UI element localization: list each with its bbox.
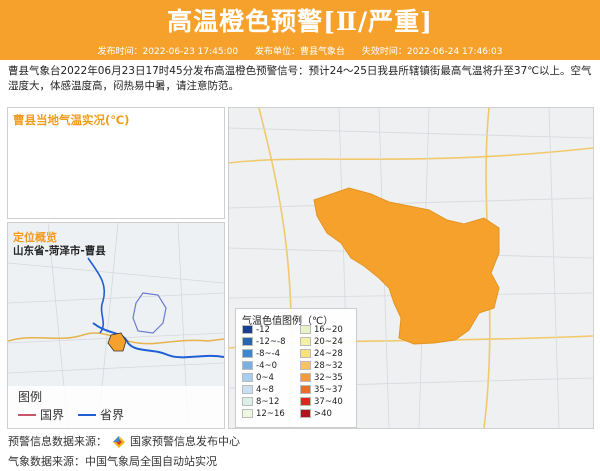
warning-meta: 发布时间：2022-06-23 17:45:00 发布单位：曹县气象台 失效时间… xyxy=(0,44,600,57)
overview-legend: 图例 国界 省界 xyxy=(8,386,224,428)
publisher: 发布单位：曹县气象台 xyxy=(254,47,345,57)
province-border-label: 省界 xyxy=(100,408,125,422)
warning-source-link[interactable]: 国家预警信息发布中心 xyxy=(130,435,240,448)
publish-time: 发布时间：2022-06-23 17:45:00 xyxy=(97,47,239,57)
legend-row: 32~35 xyxy=(300,373,343,383)
legend-row: 16~20 xyxy=(300,325,343,335)
legend-row: 28~32 xyxy=(300,361,343,371)
expire-time: 失效时间：2022-06-24 17:46:03 xyxy=(361,47,503,57)
warning-header: 高温橙色预警[Ⅱ/严重] 发布时间：2022-06-23 17:45:00 发布… xyxy=(0,0,600,60)
legend-row: >40 xyxy=(300,409,332,419)
legend-row: 0~4 xyxy=(242,373,274,383)
warning-source-line: 预警信息数据来源： 国家预警信息发布中心 xyxy=(8,433,240,449)
legend-row: -8~-4 xyxy=(242,349,280,359)
temperature-panel: 曹县当地气温实况(℃) xyxy=(7,107,225,219)
province-border-swatch xyxy=(78,414,96,416)
legend-row: 35~37 xyxy=(300,385,343,395)
temperature-color-legend: 气温色值图例（℃） -12 16~20 -12~-8 20~24 -8~-4 2… xyxy=(235,308,357,428)
county-map[interactable]: 气温色值图例（℃） -12 16~20 -12~-8 20~24 -8~-4 2… xyxy=(228,107,594,429)
warning-center-logo-icon xyxy=(112,436,125,448)
location-path: 山东省-菏泽市-曹县 xyxy=(13,245,106,257)
warning-description: 曹县气象台2022年06月23日17时45分发布高温橙色预警信号：预计24～25… xyxy=(8,65,592,92)
temperature-panel-title: 曹县当地气温实况(℃) xyxy=(13,113,130,127)
legend-row: 24~28 xyxy=(300,349,343,359)
national-border-label: 国界 xyxy=(40,408,65,422)
warning-title: 高温橙色预警[Ⅱ/严重] xyxy=(167,7,433,36)
location-panel[interactable]: 定位概览 山东省-菏泽市-曹县 图例 国界 省界 xyxy=(7,222,225,429)
legend-row: 8~12 xyxy=(242,397,279,407)
legend-row: 12~16 xyxy=(242,409,285,419)
legend-row: -12 xyxy=(242,325,270,335)
overview-legend-title: 图例 xyxy=(18,390,43,404)
legend-row: 4~8 xyxy=(242,385,274,395)
warning-source-label: 预警信息数据来源： xyxy=(8,435,107,448)
legend-row: -4~0 xyxy=(242,361,277,371)
national-border-swatch xyxy=(18,414,36,416)
legend-row: -12~-8 xyxy=(242,337,285,347)
legend-row: 20~24 xyxy=(300,337,343,347)
weather-source-line: 气象数据来源：中国气象局全国自动站实况 xyxy=(8,455,217,468)
legend-row: 37~40 xyxy=(300,397,343,407)
